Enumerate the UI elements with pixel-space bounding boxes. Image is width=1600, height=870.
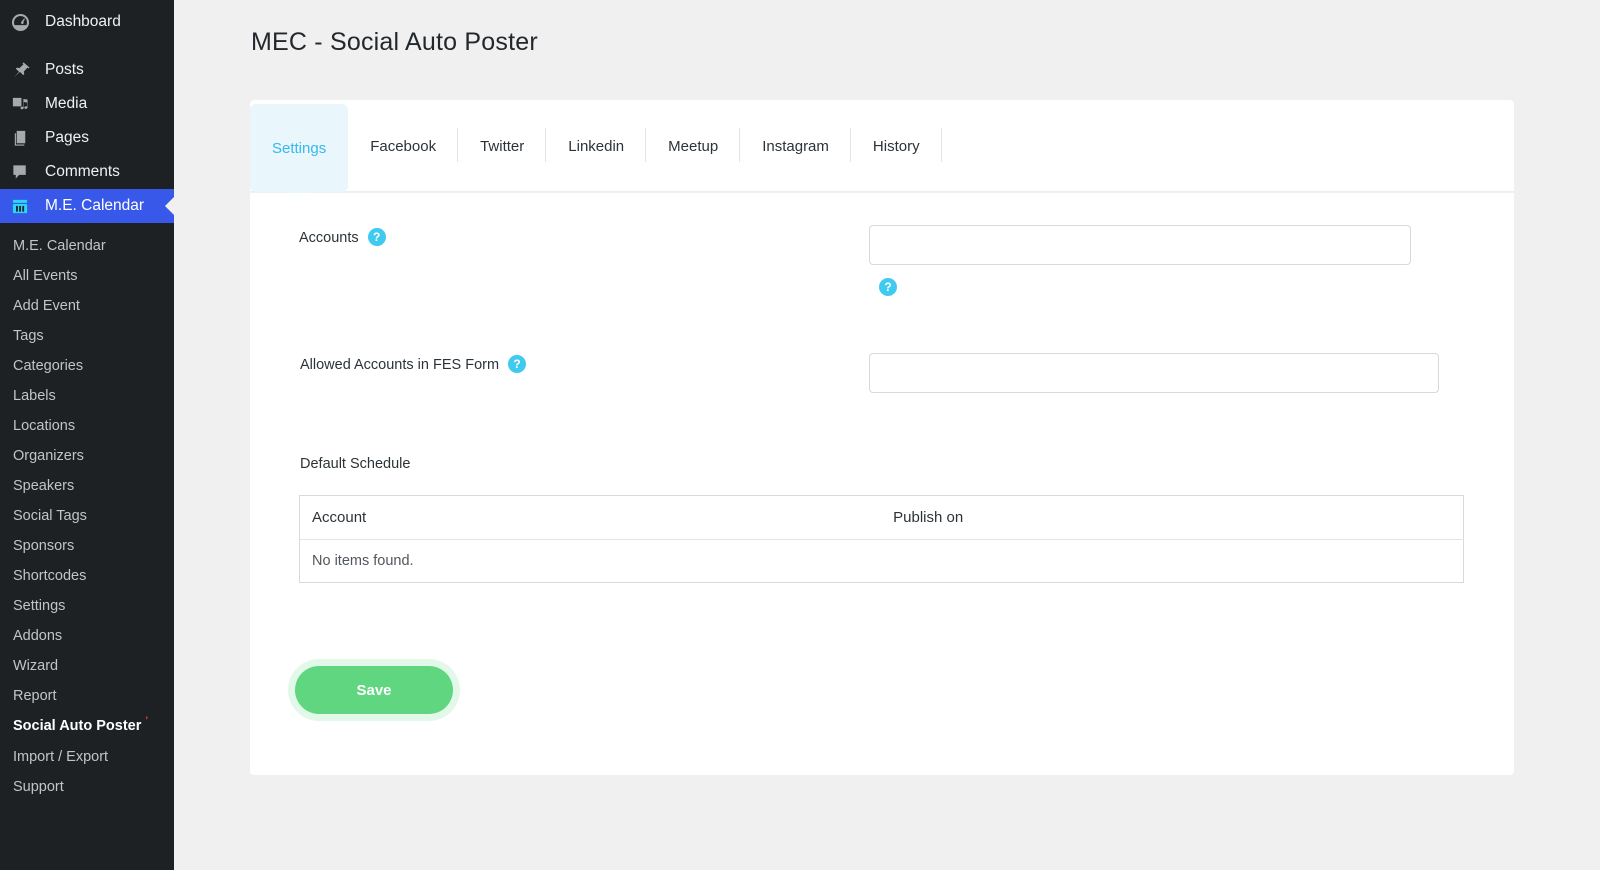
tab-label: Twitter [480,137,525,155]
tab-label: History [872,137,920,155]
sidebar-submenu-organizers[interactable]: Organizers [0,441,174,471]
sidebar-item-label: Pages [45,129,89,146]
sidebar-submenu-label: Social Auto Poster [13,718,142,734]
sidebar-item-label: Comments [45,163,120,180]
sidebar-submenu-sponsors[interactable]: Sponsors [0,531,174,561]
tab-history[interactable]: History [851,100,942,192]
tab-divider [940,128,942,162]
sidebar-submenu-all-events[interactable]: All Events [0,261,174,291]
sidebar-submenu-settings[interactable]: Settings [0,591,174,621]
allowed-accounts-fes-input[interactable] [869,353,1439,393]
sidebar-submenu: M.E. Calendar All Events Add Event Tags … [0,223,174,812]
accounts-field-row: Accounts ? [299,228,386,248]
sidebar-submenu-tags[interactable]: Tags [0,321,174,351]
sidebar-submenu-locations[interactable]: Locations [0,411,174,441]
default-schedule-title: Default Schedule [300,456,411,472]
column-header-account: Account [299,495,894,540]
empty-message: No items found. [312,553,414,569]
tab-meetup[interactable]: Meetup [646,100,741,192]
sidebar-submenu-addons[interactable]: Addons [0,621,174,651]
admin-sidebar: Dashboard Posts Media Pages Comments M.E… [0,0,174,870]
tab-label: Facebook [370,137,437,155]
accounts-label: Accounts [299,230,359,246]
sidebar-submenu-support[interactable]: Support [0,772,174,802]
tab-linkedin[interactable]: Linkedin [546,100,647,192]
column-header-publish-on: Publish on [893,495,1464,540]
table-empty-row: No items found. [300,540,1464,583]
page-title: MEC - Social Auto Poster [251,28,538,56]
table-body: No items found. [300,540,1464,583]
main-content-area: MEC - Social Auto Poster Settings Facebo… [174,0,1600,870]
sidebar-submenu-categories[interactable]: Categories [0,351,174,381]
sidebar-submenu-speakers[interactable]: Speakers [0,471,174,501]
tab-settings[interactable]: Settings [250,104,349,205]
media-icon [11,94,37,114]
tab-twitter[interactable]: Twitter [458,100,547,192]
dashboard-icon [11,12,37,32]
tabs-row: Settings Facebook Twitter Linkedin Meetu… [250,100,1514,205]
sidebar-submenu-social-auto-poster[interactable]: Social Auto Poster ' [0,711,174,742]
sidebar-submenu-shortcodes[interactable]: Shortcodes [0,561,174,591]
sidebar-item-label: Posts [45,61,84,78]
sidebar-item-label: Dashboard [45,13,121,30]
tab-label: Settings [272,139,327,157]
sidebar-item-media[interactable]: Media [0,87,174,121]
question-mark-icon[interactable]: ? [879,278,897,296]
table-header-row: Account Publish on [299,495,1464,540]
sidebar-item-label: Media [45,95,88,112]
sidebar-submenu-import-export[interactable]: Import / Export [0,742,174,772]
table-head: Account Publish on [299,495,1464,540]
allowed-accounts-fes-label: Allowed Accounts in FES Form [300,357,500,373]
sidebar-submenu-add-event[interactable]: Add Event [0,291,174,321]
sidebar-submenu-me-calendar[interactable]: M.E. Calendar [0,231,174,261]
sidebar-submenu-report[interactable]: Report [0,681,174,711]
tab-label: Linkedin [568,137,625,155]
tab-instagram[interactable]: Instagram [740,100,851,192]
question-mark-icon[interactable]: ? [508,355,527,373]
sidebar-item-pages[interactable]: Pages [0,121,174,155]
save-button[interactable]: Save [295,666,453,714]
comments-icon [11,162,37,182]
sidebar-item-comments[interactable]: Comments [0,155,174,189]
sidebar-item-label: M.E. Calendar [45,197,145,214]
accounts-input[interactable] [869,225,1411,265]
allowed-accounts-fes-field-row: Allowed Accounts in FES Form ? [300,355,527,375]
pages-icon [11,128,37,148]
sidebar-submenu-labels[interactable]: Labels [0,381,174,411]
pin-icon [11,60,37,80]
tab-label: Instagram [762,137,829,155]
settings-panel: Accounts ? ? Allowed Accounts in FES For… [250,193,1514,775]
calendar-icon [11,196,37,216]
update-badge-icon: ' [145,715,149,727]
tab-label: Meetup [668,137,719,155]
sidebar-item-posts[interactable]: Posts [0,53,174,87]
sidebar-top-menu: Dashboard Posts Media Pages Comments M.E… [0,0,174,223]
tab-facebook[interactable]: Facebook [348,100,459,192]
tabs-card: Settings Facebook Twitter Linkedin Meetu… [250,100,1514,205]
sidebar-item-me-calendar[interactable]: M.E. Calendar [0,189,174,223]
question-mark-icon[interactable]: ? [367,228,386,246]
sidebar-item-dashboard[interactable]: Dashboard [0,5,174,39]
sidebar-submenu-social-tags[interactable]: Social Tags [0,501,174,531]
default-schedule-table: Account Publish on No items found. [299,495,1464,583]
sidebar-submenu-wizard[interactable]: Wizard [0,651,174,681]
